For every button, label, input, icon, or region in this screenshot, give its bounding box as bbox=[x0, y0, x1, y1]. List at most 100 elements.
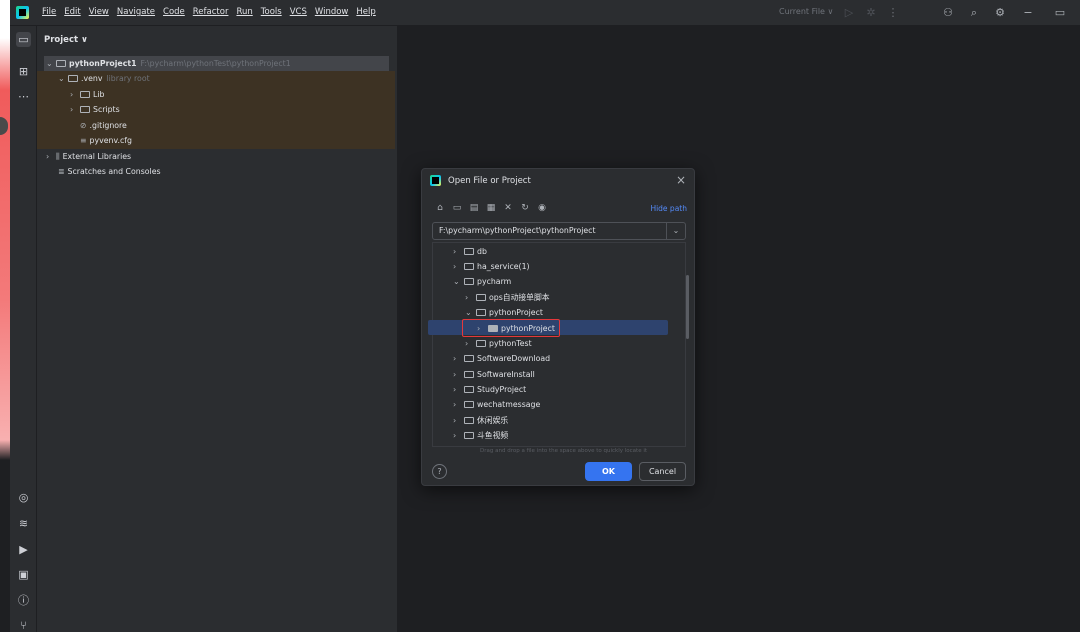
run-icon[interactable]: ▷ bbox=[842, 6, 856, 20]
chevron-right-icon[interactable]: › bbox=[453, 259, 464, 274]
menu-tools[interactable]: Tools bbox=[261, 7, 282, 17]
refresh-icon[interactable]: ↻ bbox=[519, 202, 531, 214]
dialog-tree-item-pythonproject[interactable]: ⌄ pythonProject bbox=[465, 305, 543, 320]
run-config-selector[interactable]: Current File ∨ bbox=[779, 7, 833, 16]
text-file-icon: ≡ bbox=[80, 136, 87, 145]
minimize-icon[interactable]: − bbox=[1021, 6, 1035, 20]
python-packages-icon[interactable]: ◎ bbox=[16, 490, 31, 505]
dialog-tree-item-leisure[interactable]: › 休闲娱乐 bbox=[453, 413, 508, 428]
delete-icon[interactable]: ✕ bbox=[502, 202, 514, 214]
tree-scrollbar[interactable] bbox=[686, 275, 689, 339]
menu-vcs[interactable]: VCS bbox=[290, 7, 307, 17]
git-icon[interactable]: ⑂ bbox=[16, 618, 31, 632]
dialog-tree-item-wechatmessage[interactable]: › wechatmessage bbox=[453, 397, 540, 412]
more-tools-icon[interactable]: ⋯ bbox=[16, 89, 31, 104]
chevron-right-icon[interactable]: › bbox=[453, 413, 464, 428]
chevron-right-icon[interactable]: › bbox=[465, 290, 476, 305]
terminal-icon[interactable]: ▣ bbox=[16, 567, 31, 582]
chevron-down-icon[interactable]: ⌄ bbox=[58, 71, 68, 86]
chevron-right-icon[interactable]: › bbox=[453, 367, 464, 382]
structure-icon[interactable]: ⊞ bbox=[16, 64, 31, 79]
restore-icon[interactable]: ▭ bbox=[1053, 6, 1067, 20]
tree-item-lib[interactable]: › Lib bbox=[70, 87, 104, 102]
close-icon[interactable]: × bbox=[676, 173, 686, 187]
chevron-right-icon[interactable]: › bbox=[70, 102, 80, 117]
menu-code[interactable]: Code bbox=[163, 7, 185, 17]
project-panel-title[interactable]: Project ∨ bbox=[44, 35, 88, 45]
tree-item-root[interactable]: ⌄ pythonProject1 F:\pycharm\pythonTest\pyt… bbox=[46, 56, 291, 71]
menu-window[interactable]: Window bbox=[315, 7, 349, 17]
add-user-icon[interactable]: ⚇ bbox=[941, 6, 955, 20]
menu-view[interactable]: View bbox=[89, 7, 109, 17]
chevron-right-icon[interactable]: › bbox=[453, 428, 464, 443]
menu-help[interactable]: Help bbox=[356, 7, 375, 17]
chevron-down-icon[interactable]: ⌄ bbox=[666, 223, 685, 239]
main-menu: File Edit View Navigate Code Refactor Ru… bbox=[42, 7, 384, 17]
show-hidden-icon[interactable]: ◉ bbox=[536, 202, 548, 214]
dialog-tree-item-douyu-video[interactable]: › 斗鱼视频 bbox=[453, 428, 508, 443]
desktop-icon[interactable]: ▭ bbox=[451, 202, 463, 214]
tree-item-venv[interactable]: ⌄ .venv library root bbox=[58, 71, 150, 86]
chevron-right-icon[interactable]: › bbox=[453, 397, 464, 412]
folder-icon bbox=[464, 432, 474, 439]
debug-icon[interactable]: ✲ bbox=[864, 6, 878, 20]
dialog-tree-item-softwaredownload[interactable]: › SoftwareDownload bbox=[453, 351, 550, 366]
new-folder-icon[interactable]: ▦ bbox=[485, 202, 497, 214]
chevron-right-icon[interactable]: › bbox=[453, 351, 464, 366]
menu-run[interactable]: Run bbox=[236, 7, 252, 17]
layers-icon[interactable]: ≋ bbox=[16, 516, 31, 531]
tree-item-pyvenv[interactable]: ≡ pyvenv.cfg bbox=[80, 133, 132, 148]
path-combobox[interactable]: ⌄ bbox=[432, 222, 686, 240]
cancel-button[interactable]: Cancel bbox=[639, 462, 686, 481]
ide-window: File Edit View Navigate Code Refactor Ru… bbox=[0, 0, 1080, 632]
hide-path-link[interactable]: Hide path bbox=[650, 204, 687, 213]
menu-navigate[interactable]: Navigate bbox=[117, 7, 155, 17]
tree-label: wechatmessage bbox=[477, 400, 541, 409]
dialog-tree-item-db[interactable]: › db bbox=[453, 244, 487, 259]
chevron-right-icon[interactable]: › bbox=[70, 87, 80, 102]
dialog-tree-item-studyproject[interactable]: › StudyProject bbox=[453, 382, 526, 397]
home-icon[interactable]: ⌂ bbox=[434, 202, 446, 214]
search-icon[interactable]: ⌕ bbox=[967, 6, 981, 20]
folder-icon bbox=[464, 417, 474, 424]
tree-label: ha_service(1) bbox=[477, 262, 530, 271]
dialog-tree-item-ha-service[interactable]: › ha_service(1) bbox=[453, 259, 530, 274]
tree-item-gitignore[interactable]: ⊘ .gitignore bbox=[80, 118, 127, 133]
folder-icon bbox=[476, 309, 486, 316]
project-folder-icon[interactable]: ▤ bbox=[468, 202, 480, 214]
dialog-tree-item-pythontest[interactable]: › pythonTest bbox=[465, 336, 532, 351]
dialog-tree-item-pycharm[interactable]: ⌄ pycharm bbox=[453, 274, 511, 289]
chevron-down-icon[interactable]: ⌄ bbox=[465, 305, 476, 320]
tool-window-strip: ▭ ⊞ ⋯ ◎ ≋ ▶ ▣ ⓘ ⑂ bbox=[10, 26, 37, 632]
tree-item-scratches[interactable]: ≣ Scratches and Consoles bbox=[58, 164, 161, 179]
folder-icon bbox=[56, 60, 66, 67]
annotation-highlight-box bbox=[462, 319, 560, 337]
project-folder-icon[interactable]: ▭ bbox=[16, 32, 31, 47]
chevron-right-icon[interactable]: › bbox=[46, 149, 56, 164]
folder-icon bbox=[464, 371, 474, 378]
tree-item-external-libraries[interactable]: › ⫼ External Libraries bbox=[46, 149, 131, 164]
dialog-tree-item-ops[interactable]: › ops自动接单脚本 bbox=[465, 290, 550, 305]
tree-label: External Libraries bbox=[62, 152, 132, 161]
help-button[interactable]: ? bbox=[432, 464, 447, 479]
chevron-down-icon[interactable]: ⌄ bbox=[453, 274, 464, 289]
chevron-right-icon[interactable]: › bbox=[465, 336, 476, 351]
tree-label: .venv bbox=[81, 74, 103, 83]
menu-file[interactable]: File bbox=[42, 7, 56, 17]
dialog-title: Open File or Project bbox=[448, 176, 531, 186]
tree-label: Lib bbox=[93, 90, 105, 99]
settings-gear-icon[interactable]: ⚙ bbox=[993, 6, 1007, 20]
ok-button[interactable]: OK bbox=[585, 462, 632, 481]
chevron-right-icon[interactable]: › bbox=[453, 382, 464, 397]
dialog-tree-item-softwareinstall[interactable]: › SoftwareInstall bbox=[453, 367, 535, 382]
tree-item-scripts[interactable]: › Scripts bbox=[70, 102, 120, 117]
services-icon[interactable]: ▶ bbox=[16, 542, 31, 557]
chevron-right-icon[interactable]: › bbox=[453, 244, 464, 259]
menu-edit[interactable]: Edit bbox=[64, 7, 80, 17]
menu-refactor[interactable]: Refactor bbox=[193, 7, 229, 17]
chevron-down-icon[interactable]: ⌄ bbox=[46, 56, 56, 71]
problems-icon[interactable]: ⓘ bbox=[16, 593, 31, 608]
tree-label: SoftwareDownload bbox=[477, 354, 551, 363]
path-input[interactable] bbox=[439, 226, 659, 235]
more-actions-icon[interactable]: ⋮ bbox=[886, 6, 900, 20]
